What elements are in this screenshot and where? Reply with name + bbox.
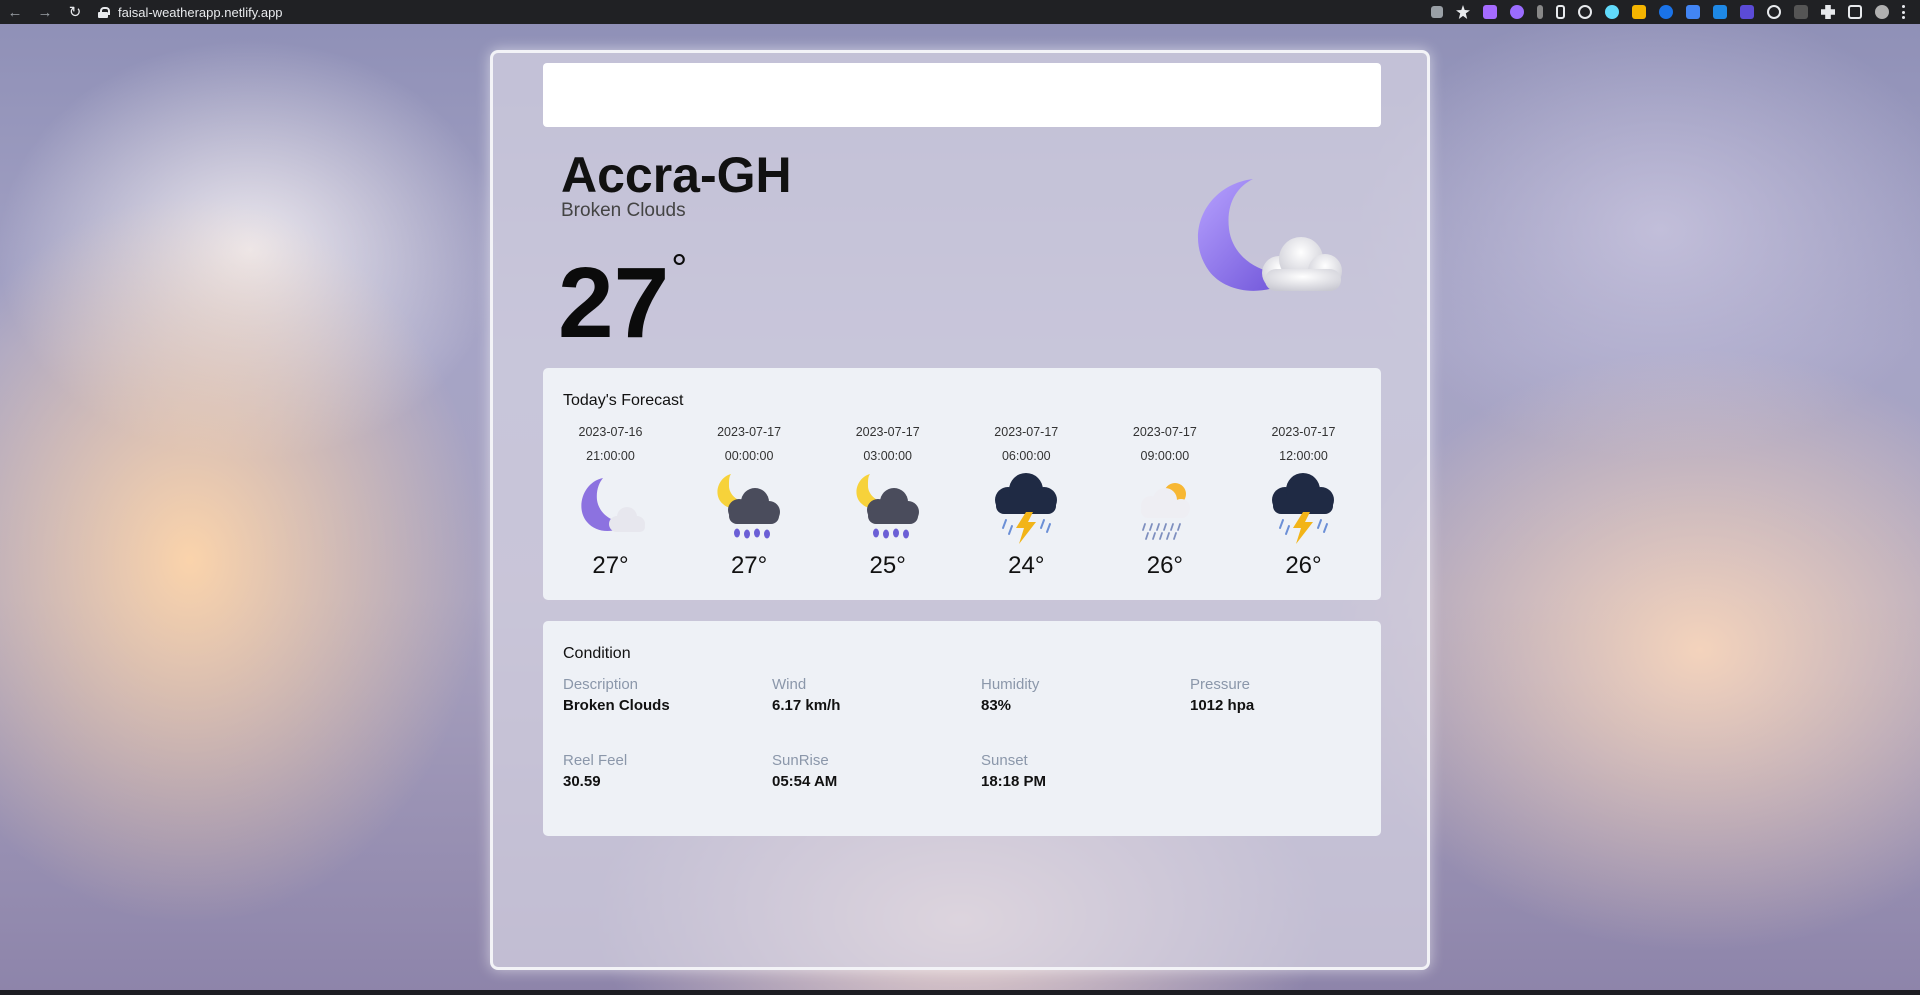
condition-panel: Condition Description Broken Clouds Wind…	[543, 621, 1381, 836]
puzzle-extensions-icon[interactable]	[1821, 5, 1835, 19]
condition-value: 6.17 km/h	[772, 697, 841, 714]
forecast-date: 2023-07-17	[1271, 425, 1336, 439]
condition-description: Description Broken Clouds	[563, 675, 772, 717]
url-text[interactable]: faisal-weatherapp.netlify.app	[118, 5, 283, 20]
thunderstorm-icon	[1272, 473, 1335, 544]
city-name: Accra-GH	[561, 147, 792, 203]
extension-icon[interactable]	[1659, 5, 1673, 19]
extension-icon[interactable]	[1556, 5, 1565, 19]
extension-icon[interactable]	[1578, 5, 1592, 19]
extension-icon[interactable]	[1510, 5, 1524, 19]
taskbar-edge	[0, 990, 1920, 995]
condition-label: SunRise	[772, 752, 829, 769]
forecast-date: 2023-07-17	[994, 425, 1059, 439]
condition-label: Reel Feel	[563, 752, 628, 769]
condition-value: 05:54 AM	[772, 773, 838, 790]
extension-icon[interactable]	[1537, 5, 1543, 19]
condition-value: 1012 hpa	[1190, 697, 1255, 714]
condition-value: Broken Clouds	[563, 697, 670, 714]
extension-icon[interactable]	[1632, 5, 1646, 19]
address-bar[interactable]: faisal-weatherapp.netlify.app	[98, 5, 283, 20]
forecast-time: 00:00:00	[724, 449, 774, 463]
condition-value: 30.59	[563, 773, 601, 790]
current-temperature: 27°	[558, 249, 687, 353]
city-search-input[interactable]	[543, 63, 1381, 127]
back-arrow-icon[interactable]: ←	[0, 0, 30, 24]
lock-icon	[98, 6, 110, 18]
condition-pressure: Pressure 1012 hpa	[1190, 675, 1350, 717]
menu-kebab-icon[interactable]	[1902, 5, 1906, 19]
condition-grid: Description Broken Clouds Wind 6.17 km/h…	[563, 675, 1363, 793]
moon-cloud-icon	[580, 478, 645, 532]
forecast-time: 06:00:00	[1001, 449, 1051, 463]
condition-wind: Wind 6.17 km/h	[772, 675, 981, 717]
moon-cloud-icon	[1197, 179, 1342, 291]
forward-arrow-icon[interactable]: →	[30, 0, 60, 24]
forecast-panel: Today's Forecast 2023-07-16 21:00:00 27°…	[543, 368, 1381, 600]
forecast-time: 21:00:00	[586, 449, 635, 463]
temperature-value: 27	[558, 247, 670, 359]
share-icon[interactable]	[1431, 6, 1443, 18]
forecast-temp: 26°	[1146, 552, 1184, 579]
forecast-temp: 26°	[1285, 552, 1322, 579]
condition-label: Sunset	[981, 752, 1028, 769]
weather-card: Accra-GH Broken Clouds 27° Today's Forec…	[490, 50, 1430, 970]
moon-rain-cloud-icon	[856, 474, 919, 539]
forecast-item: 2023-07-17 06:00:00 24°	[969, 420, 1084, 590]
forecast-date: 2023-07-16	[578, 425, 643, 439]
browser-toolbar: ← → ↻ faisal-weatherapp.netlify.app	[0, 0, 1920, 24]
forecast-time: 12:00:00	[1279, 449, 1328, 463]
condition-label: Description	[563, 676, 639, 693]
forecast-list: 2023-07-16 21:00:00 27° 2023-07-17 00:00…	[553, 420, 1361, 590]
forecast-time: 09:00:00	[1140, 449, 1190, 463]
forecast-item: 2023-07-16 21:00:00 27°	[553, 420, 668, 590]
forecast-time: 03:00:00	[863, 449, 913, 463]
forecast-item: 2023-07-17 12:00:00 26°	[1246, 420, 1361, 590]
condition-sunrise: SunRise 05:54 AM	[772, 751, 981, 793]
profile-avatar-icon[interactable]	[1875, 5, 1889, 19]
side-panel-icon[interactable]	[1848, 5, 1862, 19]
react-devtools-icon[interactable]	[1605, 5, 1619, 19]
forecast-item: 2023-07-17 03:00:00 25°	[830, 420, 945, 590]
extension-icon[interactable]	[1713, 5, 1727, 19]
bookmark-star-icon[interactable]	[1456, 5, 1470, 19]
condition-sunset: Sunset 18:18 PM	[981, 751, 1190, 793]
moon-rain-cloud-icon	[717, 474, 781, 539]
forecast-temp: 27°	[730, 552, 768, 579]
forecast-date: 2023-07-17	[1132, 425, 1197, 439]
condition-label: Pressure	[1190, 676, 1251, 693]
condition-real-feel: Reel Feel 30.59	[563, 751, 772, 793]
forecast-item: 2023-07-17 09:00:00 26°	[1107, 420, 1222, 590]
forecast-temp: 25°	[869, 552, 906, 579]
sync-icon[interactable]	[1767, 5, 1781, 19]
condition-value: 83%	[981, 697, 1012, 714]
condition-title: Condition	[563, 645, 631, 662]
forecast-temp: 24°	[1008, 552, 1045, 579]
sun-rain-cloud-icon	[1140, 483, 1190, 540]
condition-label: Wind	[772, 676, 807, 693]
extension-icon[interactable]	[1740, 5, 1754, 19]
extension-icon[interactable]	[1794, 5, 1808, 19]
current-description: Broken Clouds	[561, 200, 686, 221]
forecast-temp: 27°	[592, 552, 629, 579]
forecast-date: 2023-07-17	[855, 425, 920, 439]
reload-icon[interactable]: ↻	[60, 0, 90, 24]
degree-symbol: °	[671, 247, 688, 291]
condition-humidity: Humidity 83%	[981, 675, 1190, 717]
condition-value: 18:18 PM	[981, 773, 1047, 790]
forecast-item: 2023-07-17 00:00:00 27°	[692, 420, 807, 590]
extension-icon[interactable]	[1483, 5, 1497, 19]
thunderstorm-icon	[995, 473, 1058, 544]
browser-extensions	[1431, 5, 1920, 19]
condition-label: Humidity	[981, 676, 1040, 693]
extension-icon[interactable]	[1686, 5, 1700, 19]
forecast-date: 2023-07-17	[717, 425, 782, 439]
forecast-title: Today's Forecast	[563, 392, 684, 409]
